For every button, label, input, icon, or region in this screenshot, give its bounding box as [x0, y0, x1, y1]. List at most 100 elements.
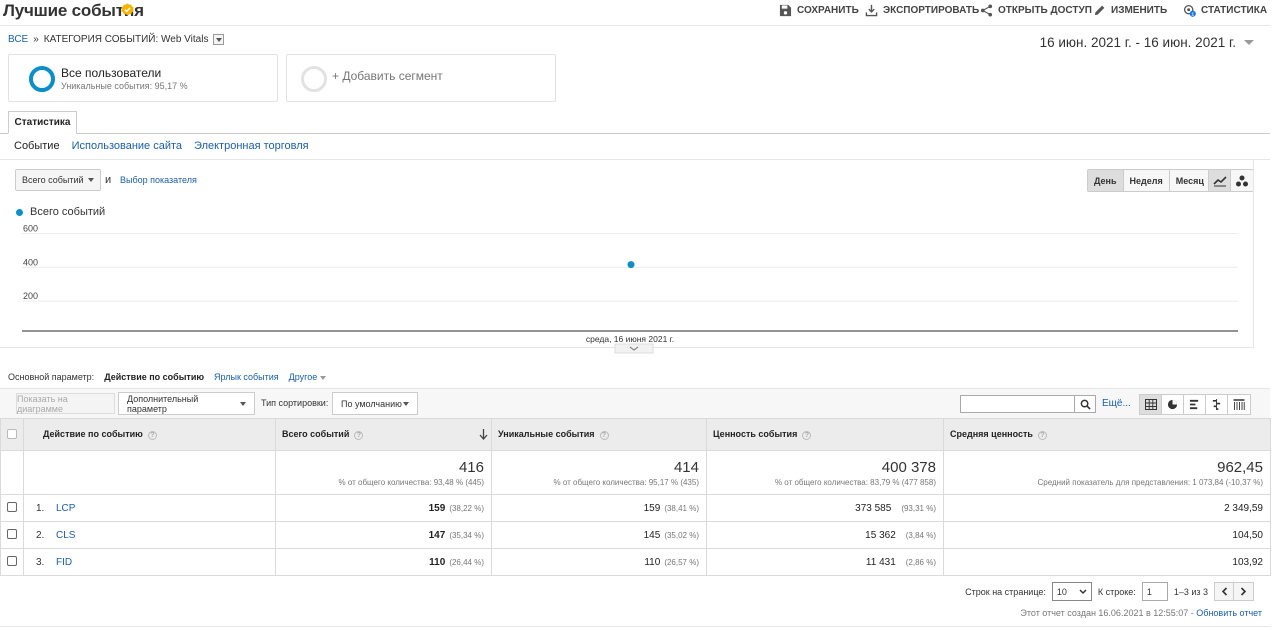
- row-action-link[interactable]: CLS: [56, 530, 75, 541]
- refresh-report-link[interactable]: Обновить отчет: [1196, 608, 1262, 618]
- col-unique-label: Уникальные события: [498, 429, 595, 440]
- report-subnav: Событие Использование сайта Электронная …: [14, 140, 309, 152]
- stats-button[interactable]: 1 СТАТИСТИКА: [1183, 2, 1267, 18]
- col-action-label: Действие по событию: [43, 429, 143, 440]
- prev-page-button[interactable]: [1215, 583, 1234, 600]
- table-row: 2. CLS 147 (35,34 %) 145 (35,02 %) 15 362 (3…: [0, 521, 1271, 549]
- pagination: Строк на странице: 10 К строке: 1 1–3 из…: [965, 582, 1254, 601]
- row-value-cell: 373 585 (93,31 %): [706, 494, 944, 522]
- row-unique-cell: 145 (35,02 %): [491, 521, 707, 549]
- subnav-site-usage[interactable]: Использование сайта: [72, 140, 182, 152]
- row-avg: 2 349,59: [1224, 502, 1263, 514]
- row-avg-cell: 2 349,59: [943, 494, 1271, 522]
- sort-type-select[interactable]: По умолчанию: [332, 392, 418, 415]
- row-unique-pct: (26,57 %): [664, 557, 699, 567]
- tab-statistics[interactable]: Статистика: [8, 111, 77, 134]
- search-button[interactable]: [1074, 395, 1096, 413]
- table-search-input[interactable]: [960, 395, 1075, 413]
- download-icon: [865, 4, 878, 16]
- col-avg-label: Средняя ценность: [950, 429, 1033, 440]
- primary-dimension-label: Основной параметр:: [8, 372, 95, 382]
- col-header-action[interactable]: Действие по событию?: [23, 418, 276, 451]
- row-checkbox[interactable]: [7, 501, 17, 512]
- floppy-disk-icon: [779, 4, 792, 16]
- add-segment-button[interactable]: + Добавить сегмент: [286, 54, 556, 102]
- chevron-left-icon: [1221, 587, 1227, 596]
- row-checkbox[interactable]: [7, 528, 17, 539]
- help-icon[interactable]: ?: [354, 430, 364, 440]
- export-label: ЭКСПОРТИРОВАТЬ: [883, 4, 980, 16]
- page-nav: [1214, 582, 1254, 601]
- more-options-link[interactable]: Ещё...: [1102, 398, 1131, 409]
- chevron-down-icon: [215, 37, 222, 42]
- save-button[interactable]: СОХРАНИТЬ: [779, 2, 859, 18]
- help-icon[interactable]: ?: [802, 430, 812, 440]
- bar-list-icon: [1189, 399, 1199, 410]
- export-button[interactable]: ЭКСПОРТИРОВАТЬ: [865, 2, 979, 18]
- pivot-view-button[interactable]: [1228, 395, 1250, 414]
- share-label: ОТКРЫТЬ ДОСТУП: [998, 4, 1092, 16]
- edit-button[interactable]: ИЗМЕНИТЬ: [1093, 2, 1167, 18]
- report-created-text: Этот отчет создан 16.06.2021 в 12:55:07 …: [1020, 608, 1194, 618]
- y-tick-label: 400: [23, 257, 38, 267]
- totals-total-sub: % от общего количества: 93,48 % (445): [338, 477, 484, 487]
- chevron-down-icon: [1244, 40, 1254, 45]
- next-page-button[interactable]: [1234, 583, 1253, 600]
- pie-view-button[interactable]: [1162, 395, 1184, 414]
- stats-label: СТАТИСТИКА: [1201, 4, 1268, 16]
- row-unique: 110: [644, 556, 661, 568]
- select-all-checkbox[interactable]: [7, 428, 17, 439]
- performance-view-button[interactable]: [1184, 395, 1206, 414]
- date-range-picker[interactable]: 16 июн. 2021 г. - 16 июн. 2021 г.: [1040, 35, 1254, 50]
- primary-dimension-event-label[interactable]: Ярлык события: [214, 372, 279, 382]
- share-button[interactable]: ОТКРЫТЬ ДОСТУП: [980, 2, 1092, 18]
- segment-all-users[interactable]: Все пользователи Уникальные события: 95,…: [8, 54, 278, 102]
- row-avg-cell: 104,50: [943, 521, 1271, 549]
- table-view-button[interactable]: [1140, 395, 1162, 414]
- rows-per-page-value: 10: [1056, 586, 1067, 597]
- help-icon[interactable]: ?: [599, 430, 609, 440]
- row-checkbox[interactable]: [7, 555, 17, 566]
- chevron-down-icon: [403, 401, 409, 406]
- col-header-value[interactable]: Ценность события?: [706, 418, 944, 451]
- row-value-pct: (93,31 %): [901, 503, 936, 513]
- row-value: 373 585: [855, 502, 892, 514]
- legend-label: Всего событий: [30, 206, 106, 218]
- breadcrumb: ВСЕ » КАТЕГОРИЯ СОБЫТИЙ: Web Vitals: [8, 34, 225, 45]
- row-total-pct: (35,34 %): [449, 530, 484, 540]
- comparison-view-button[interactable]: [1206, 395, 1228, 414]
- help-icon[interactable]: ?: [147, 430, 157, 440]
- row-action-link[interactable]: LCP: [56, 503, 75, 514]
- page-range: 1–3 из 3: [1173, 586, 1208, 597]
- gear-stats-icon: 1: [1183, 4, 1196, 17]
- subnav-ecommerce[interactable]: Электронная торговля: [194, 140, 309, 152]
- totals-value-cell: 400 378% от общего количества: 83,79 % (…: [706, 450, 944, 495]
- stats-badge: 1: [1191, 11, 1194, 16]
- breadcrumb-dropdown[interactable]: [213, 34, 225, 45]
- segment-ring-icon: [29, 66, 55, 92]
- chevron-down-icon: [1079, 588, 1087, 594]
- col-header-unique[interactable]: Уникальные события?: [491, 418, 707, 451]
- col-header-total[interactable]: Всего событий?: [275, 418, 492, 451]
- secondary-dimension-select[interactable]: Дополнительный параметр: [118, 392, 255, 415]
- row-action-link[interactable]: FID: [56, 557, 72, 568]
- subnav-event[interactable]: Событие: [14, 140, 60, 152]
- totals-total: 416: [458, 458, 484, 476]
- verified-badge-icon: [121, 3, 134, 16]
- rows-per-page-select[interactable]: 10: [1051, 582, 1092, 601]
- empty-segment-ring-icon: [301, 66, 327, 92]
- tab-divider: [0, 133, 1270, 134]
- breadcrumb-all[interactable]: ВСЕ: [8, 34, 28, 45]
- row-total: 110: [429, 556, 446, 568]
- primary-dimension-other[interactable]: Другое: [289, 372, 326, 382]
- row-value-cell: 11 431 (2,86 %): [706, 548, 944, 576]
- col-header-avg[interactable]: Средняя ценность?: [943, 418, 1271, 451]
- row-total-cell: 110 (26,44 %): [275, 548, 492, 576]
- plot-rows-button[interactable]: Показать на диаграмме: [16, 393, 115, 414]
- goto-row-input[interactable]: 1: [1141, 582, 1168, 601]
- row-index: 3.: [36, 556, 45, 568]
- row-value: 15 362: [865, 529, 896, 541]
- help-icon[interactable]: ?: [1037, 430, 1047, 440]
- search-icon: [1080, 399, 1091, 410]
- row-index: 2.: [36, 529, 45, 541]
